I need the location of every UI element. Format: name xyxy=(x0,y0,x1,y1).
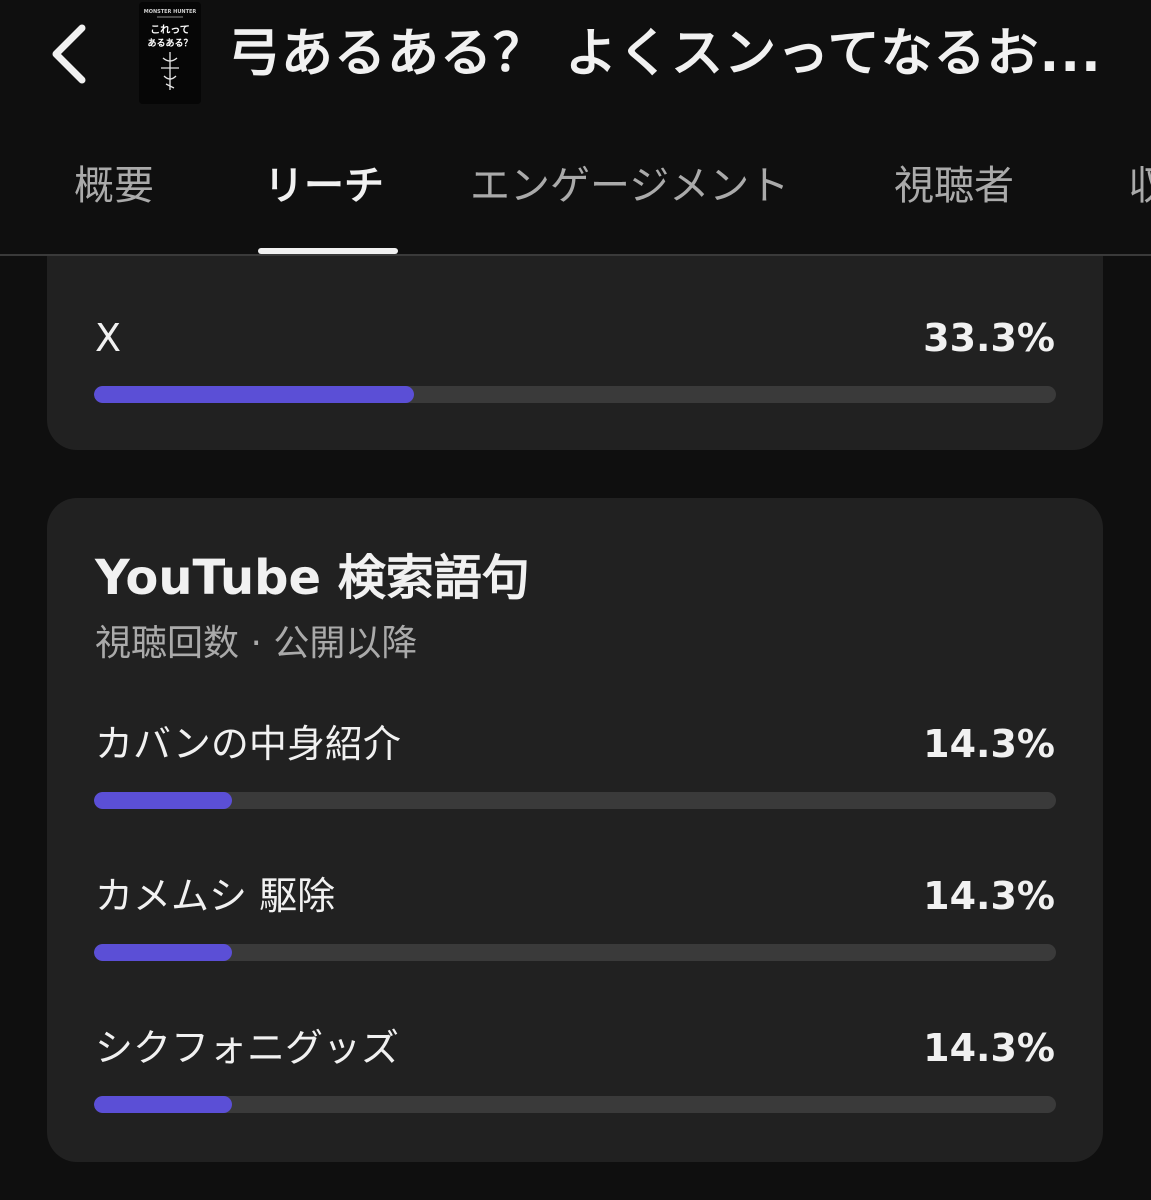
thumbnail-line3: あるある？ xyxy=(147,38,192,49)
search-term-bar xyxy=(94,1096,1056,1113)
search-term-bar-fill xyxy=(94,1096,232,1113)
back-button[interactable] xyxy=(38,18,98,90)
source-bar-fill-x xyxy=(94,386,415,403)
tab-bar: 概要 リーチ エンゲージメント 視聴者 収 xyxy=(0,120,1151,256)
tab-engagement[interactable]: エンゲージメント xyxy=(470,158,789,214)
source-value-x: 33.3% xyxy=(923,316,1055,360)
search-term-value: 14.3% xyxy=(923,1026,1055,1070)
header: MONSTER HUNTER これって あるある？ 弓あるある？ よくスンってな… xyxy=(0,0,1151,110)
search-term-bar xyxy=(94,944,1056,961)
search-term-value: 14.3% xyxy=(923,722,1055,766)
search-term-value: 14.3% xyxy=(923,874,1055,918)
search-term-bar-fill xyxy=(94,792,232,809)
tab-audience[interactable]: 視聴者 xyxy=(894,158,1014,214)
source-label-x: X xyxy=(95,316,122,360)
thumbnail-line1: MONSTER HUNTER xyxy=(144,9,197,15)
search-term-label: カメムシ 駆除 xyxy=(95,874,336,918)
card-title: YouTube 検索語句 xyxy=(95,550,530,606)
tab-revenue[interactable]: 収 xyxy=(1128,158,1151,214)
active-tab-indicator xyxy=(258,248,398,254)
tab-reach[interactable]: リーチ xyxy=(264,158,384,214)
chevron-left-icon xyxy=(52,24,86,84)
search-terms-card: YouTube 検索語句 視聴回数 · 公開以降 カバンの中身紹介 14.3% … xyxy=(47,498,1103,1162)
search-term-bar xyxy=(94,792,1056,809)
analytics-page: MONSTER HUNTER これって あるある？ 弓あるある？ よくスンってな… xyxy=(0,0,1151,1200)
search-term-label: カバンの中身紹介 xyxy=(95,722,401,766)
search-term-bar-fill xyxy=(94,944,232,961)
video-title: 弓あるある？ よくスンってなるお... xyxy=(228,24,1102,84)
source-bar-x xyxy=(94,386,1056,403)
thumbnail-line2: これって xyxy=(150,24,190,36)
tab-overview[interactable]: 概要 xyxy=(74,158,154,214)
video-thumbnail[interactable]: MONSTER HUNTER これって あるある？ xyxy=(139,2,201,104)
search-term-label: シクフォニグッズ xyxy=(95,1026,400,1070)
card-subtitle: 視聴回数 · 公開以降 xyxy=(95,623,418,664)
